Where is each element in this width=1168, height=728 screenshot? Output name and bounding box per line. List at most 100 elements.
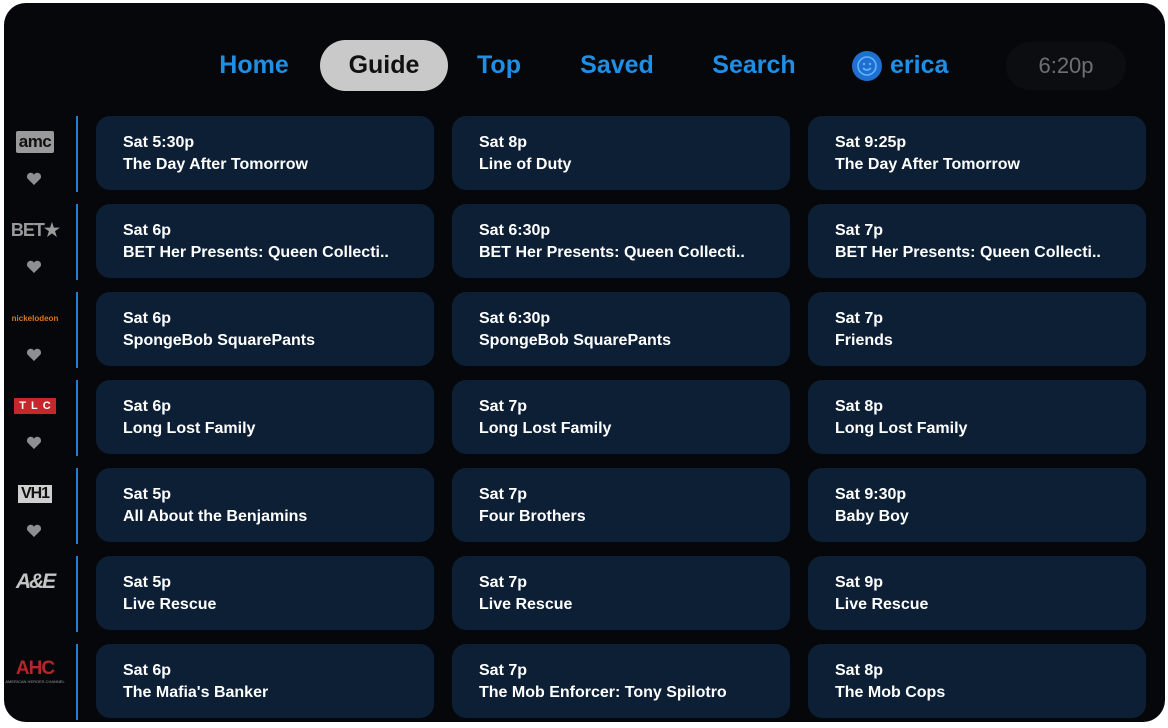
program-title: Live Rescue	[479, 596, 573, 613]
program-time: Sat 8p	[835, 398, 884, 415]
bet-logo-text: BET★	[10, 219, 60, 240]
heart-icon[interactable]	[26, 436, 42, 450]
nickelodeon-logo-text: nickelodeon	[11, 313, 59, 323]
heart-icon[interactable]	[26, 260, 42, 274]
channel-row-nickelodeon: nickelodeon Sat 6p SpongeBob SquarePants …	[4, 292, 1165, 368]
row-divider	[76, 556, 78, 632]
program-card[interactable]: Sat 6p The Mafia's Banker	[96, 644, 434, 718]
program-card[interactable]: Sat 5:30p The Day After Tomorrow	[96, 116, 434, 190]
program-card[interactable]: Sat 7p The Mob Enforcer: Tony Spilotro	[452, 644, 790, 718]
channel-row-amc: amc Sat 5:30p The Day After Tomorrow Sat …	[4, 116, 1165, 192]
program-title: The Mafia's Banker	[123, 684, 269, 701]
program-time: Sat 6p	[123, 222, 172, 239]
program-time: Sat 7p	[479, 486, 528, 503]
program-card[interactable]: Sat 9:30p Baby Boy	[808, 468, 1146, 542]
program-time: Sat 6:30p	[479, 222, 551, 239]
program-time: Sat 5p	[123, 486, 172, 503]
program-title: The Mob Enforcer: Tony Spilotro	[479, 684, 727, 701]
vh1-logo-text: VH1	[17, 485, 53, 503]
user-name: erica	[890, 51, 949, 79]
row-divider	[76, 468, 78, 544]
channel-ahc[interactable]: AHC AMERICAN HEROES CHANNEL	[4, 644, 64, 720]
program-card[interactable]: Sat 9:25p The Day After Tomorrow	[808, 116, 1146, 190]
user-profile[interactable]: erica	[852, 40, 948, 91]
program-title: Live Rescue	[123, 596, 217, 613]
program-time: Sat 9:25p	[835, 134, 907, 151]
program-card[interactable]: Sat 6p BET Her Presents: Queen Collecti..	[96, 204, 434, 278]
row-divider	[76, 292, 78, 368]
row-divider	[76, 204, 78, 280]
heart-icon[interactable]	[26, 348, 42, 362]
program-card[interactable]: Sat 7p Live Rescue	[452, 556, 790, 630]
program-card[interactable]: Sat 7p Four Brothers	[452, 468, 790, 542]
program-card[interactable]: Sat 6p Long Lost Family	[96, 380, 434, 454]
program-card[interactable]: Sat 8p Line of Duty	[452, 116, 790, 190]
tlc-logo-text: TLC	[14, 398, 56, 414]
clock: 6:20p	[1006, 42, 1126, 90]
channel-amc[interactable]: amc	[4, 116, 64, 192]
nav-search[interactable]: Search	[704, 40, 804, 91]
nav-top[interactable]: Top	[464, 40, 534, 91]
program-card[interactable]: Sat 7p Long Lost Family	[452, 380, 790, 454]
smiley-avatar-icon	[852, 50, 882, 81]
program-title: Line of Duty	[479, 156, 572, 173]
channel-row-ae: A&E Sat 5p Live Rescue Sat 7p Live Rescue …	[4, 556, 1165, 632]
heart-icon[interactable]	[26, 524, 42, 538]
program-card[interactable]: Sat 6p SpongeBob SquarePants	[96, 292, 434, 366]
channel-row-bet: BET★ Sat 6p BET Her Presents: Queen Colle…	[4, 204, 1165, 280]
channel-bet[interactable]: BET★	[4, 204, 64, 280]
program-title: Live Rescue	[835, 596, 929, 613]
program-title: Four Brothers	[479, 508, 586, 525]
program-title: The Mob Cops	[835, 684, 946, 701]
program-title: The Day After Tomorrow	[123, 156, 308, 173]
channel-ae[interactable]: A&E	[4, 556, 64, 632]
amc-logo: amc	[8, 130, 62, 154]
guide-screen: Home Guide Top Saved Search erica 6:20p …	[4, 3, 1165, 722]
vh1-logo: VH1	[8, 482, 62, 506]
program-time: Sat 6p	[123, 398, 172, 415]
program-title: BET Her Presents: Queen Collecti..	[835, 244, 1101, 261]
program-time: Sat 8p	[835, 662, 884, 679]
program-card[interactable]: Sat 6:30p BET Her Presents: Queen Collect…	[452, 204, 790, 278]
ahc-logo-subtext: AMERICAN HEROES CHANNEL	[5, 679, 65, 684]
program-time: Sat 7p	[479, 662, 528, 679]
program-time: Sat 9p	[835, 574, 884, 591]
channel-vh1[interactable]: VH1	[4, 468, 64, 544]
program-card[interactable]: Sat 5p Live Rescue	[96, 556, 434, 630]
program-title: Long Lost Family	[479, 420, 612, 437]
program-card[interactable]: Sat 7p Friends	[808, 292, 1146, 366]
program-time: Sat 7p	[835, 222, 884, 239]
channel-row-vh1: VH1 Sat 5p All About the Benjamins Sat 7p…	[4, 468, 1165, 544]
program-time: Sat 7p	[835, 310, 884, 327]
program-title: Long Lost Family	[835, 420, 968, 437]
channel-row-tlc: TLC Sat 6p Long Lost Family Sat 7p Long Lo…	[4, 380, 1165, 456]
amc-logo-text: amc	[15, 131, 55, 153]
program-card[interactable]: Sat 7p BET Her Presents: Queen Collecti..	[808, 204, 1146, 278]
program-card[interactable]: Sat 6:30p SpongeBob SquarePants	[452, 292, 790, 366]
heart-icon[interactable]	[26, 172, 42, 186]
channel-tlc[interactable]: TLC	[4, 380, 64, 456]
program-title: All About the Benjamins	[123, 508, 308, 525]
program-title: The Day After Tomorrow	[835, 156, 1020, 173]
nickelodeon-logo: nickelodeon	[8, 306, 62, 330]
program-card[interactable]: Sat 8p The Mob Cops	[808, 644, 1146, 718]
channel-row-ahc: AHC AMERICAN HEROES CHANNEL Sat 6p The Ma…	[4, 644, 1165, 720]
channel-nickelodeon[interactable]: nickelodeon	[4, 292, 64, 368]
ahc-logo-text: AHC	[15, 658, 55, 679]
program-card[interactable]: Sat 5p All About the Benjamins	[96, 468, 434, 542]
program-time: Sat 5:30p	[123, 134, 195, 151]
ahc-logo: AHC AMERICAN HEROES CHANNEL	[5, 656, 65, 688]
program-card[interactable]: Sat 8p Long Lost Family	[808, 380, 1146, 454]
program-time: Sat 6:30p	[479, 310, 551, 327]
program-card[interactable]: Sat 9p Live Rescue	[808, 556, 1146, 630]
program-time: Sat 7p	[479, 398, 528, 415]
program-time: Sat 6p	[123, 310, 172, 327]
nav-saved[interactable]: Saved	[567, 40, 667, 91]
nav-guide[interactable]: Guide	[320, 40, 448, 91]
program-time: Sat 5p	[123, 574, 172, 591]
nav-home[interactable]: Home	[204, 40, 304, 91]
program-title: Long Lost Family	[123, 420, 256, 437]
bet-logo: BET★	[8, 218, 62, 242]
program-title: Friends	[835, 332, 893, 349]
ae-logo: A&E	[8, 570, 62, 594]
